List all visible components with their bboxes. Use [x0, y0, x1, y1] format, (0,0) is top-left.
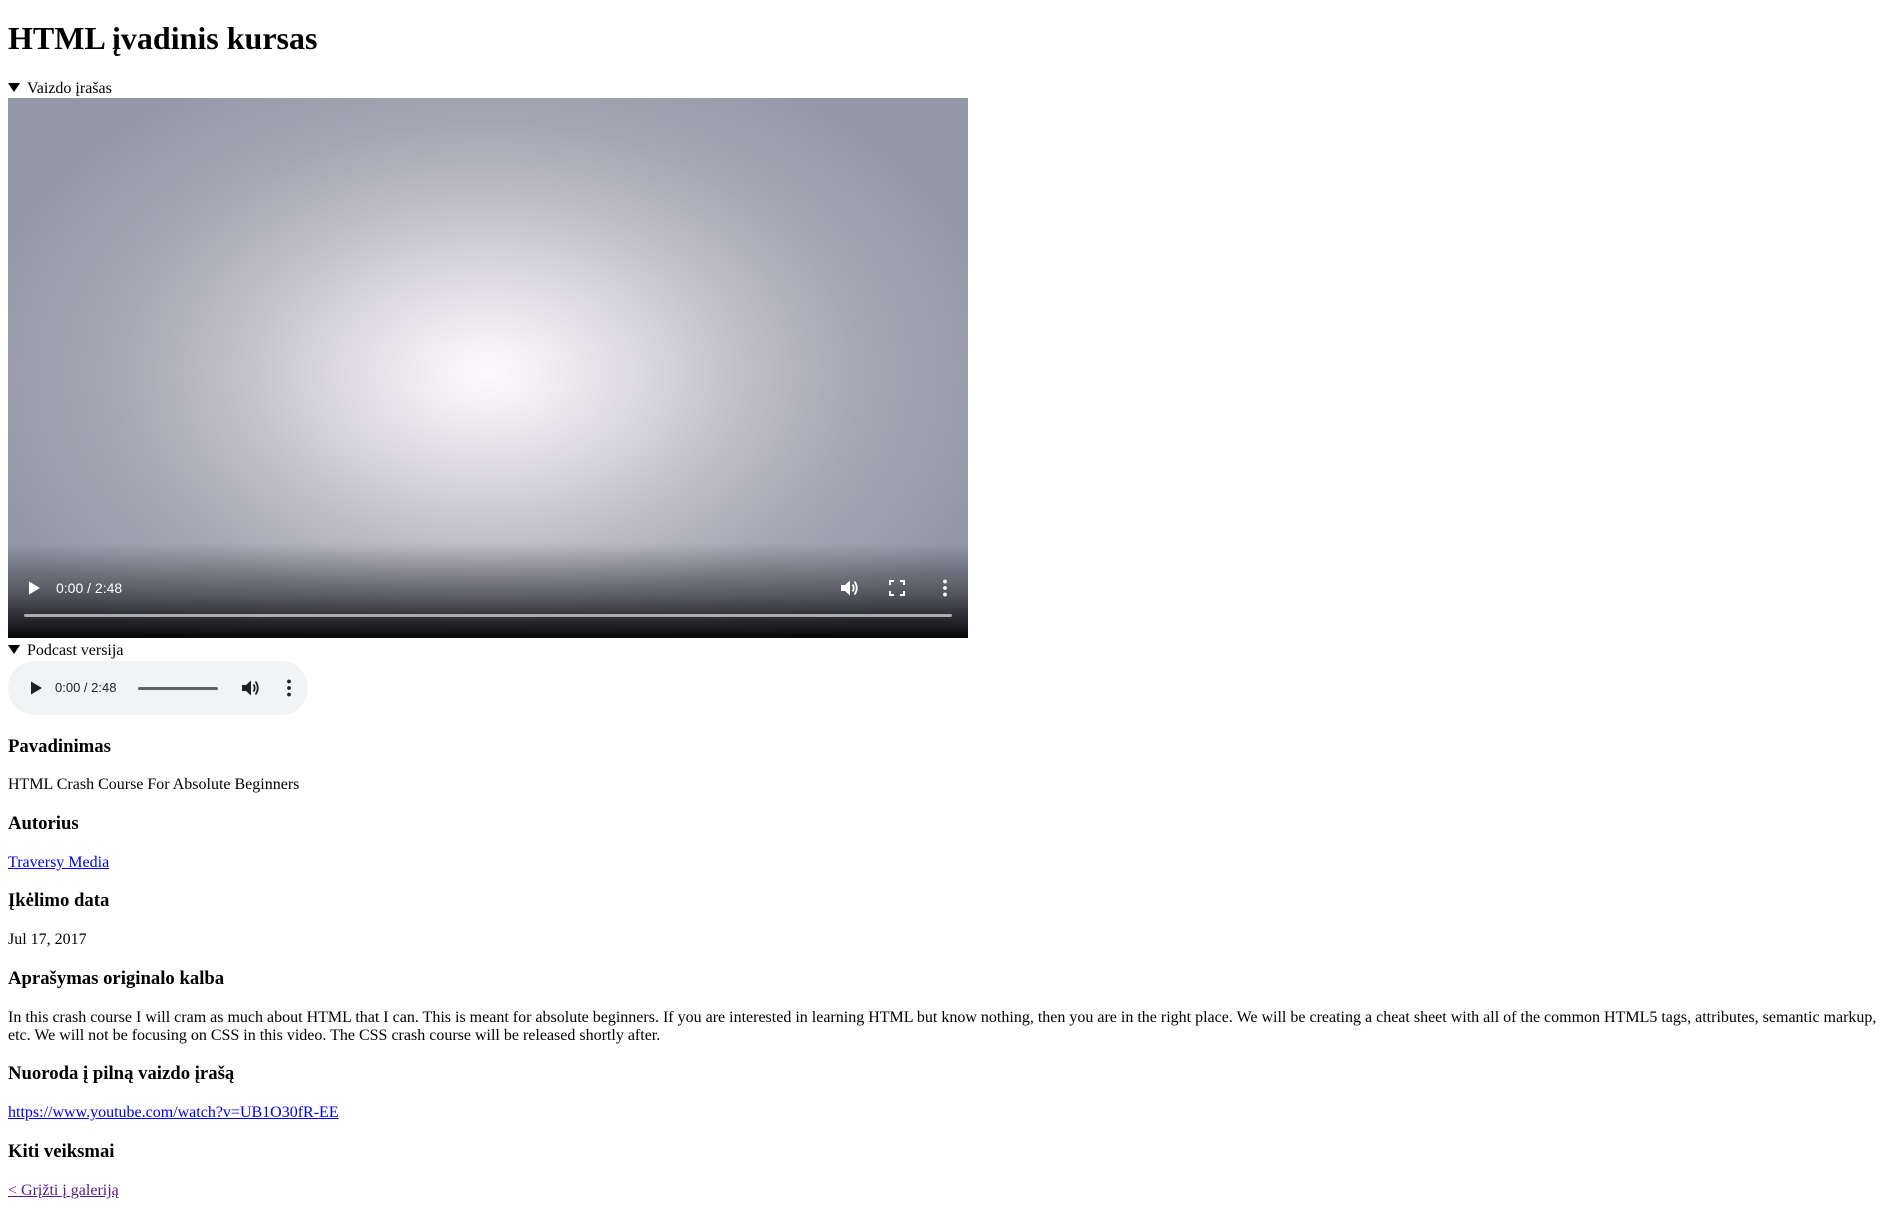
name-value: HTML Crash Course For Absolute Beginners [8, 776, 300, 793]
volume-icon[interactable] [839, 578, 859, 598]
author-heading: Autorius [8, 813, 79, 834]
video-section-summary-label: Vaizdo įrašas [27, 80, 112, 97]
full-video-link-heading: Nuoroda į pilną vaizdo įrašą [8, 1063, 235, 1084]
full-video-link-paragraph: https://www.youtube.com/watch?v=UB1O30fR… [8, 1104, 1903, 1122]
back-to-gallery-link[interactable]: < Grįžti į galeriją [8, 1182, 119, 1199]
audio-player[interactable]: 0:00 / 2:48 [8, 661, 308, 715]
upload-date-value: Jul 17, 2017 [8, 931, 87, 948]
more-vertical-icon[interactable] [280, 678, 298, 698]
page: HTML įvadinis kursas Vaizdo įrašas 0:00 … [0, 0, 1903, 1209]
play-icon[interactable] [26, 580, 42, 596]
video-progress-bar[interactable] [24, 614, 952, 617]
description-text: In this crash course I will cram as much… [8, 1009, 1877, 1044]
more-vertical-icon[interactable] [936, 578, 954, 598]
podcast-section-summary-label: Podcast versija [27, 642, 124, 659]
full-video-link[interactable]: https://www.youtube.com/watch?v=UB1O30fR… [8, 1104, 339, 1121]
upload-date-heading: Įkėlimo data [8, 890, 110, 911]
other-actions-heading: Kiti veiksmai [8, 1141, 115, 1162]
video-controls-overlay [8, 543, 968, 638]
video-player[interactable]: 0:00 / 2:48 [8, 98, 968, 638]
video-section-summary[interactable]: Vaizdo įrašas [8, 80, 112, 98]
video-time-display: 0:00 / 2:48 [56, 580, 123, 596]
author-paragraph: Traversy Media [8, 854, 1903, 872]
audio-progress-bar[interactable] [138, 687, 218, 690]
audio-time-display: 0:00 / 2:48 [55, 680, 117, 695]
podcast-section-summary[interactable]: Podcast versija [8, 642, 123, 660]
author-link[interactable]: Traversy Media [8, 854, 109, 871]
description-heading: Aprašymas originalo kalba [8, 968, 225, 989]
back-link-paragraph: < Grįžti į galeriją [8, 1182, 1903, 1200]
fullscreen-icon[interactable] [888, 579, 906, 597]
volume-icon[interactable] [240, 678, 260, 698]
disclosure-triangle-icon [8, 645, 20, 654]
disclosure-triangle-icon [8, 83, 20, 92]
page-title: HTML įvadinis kursas [8, 20, 318, 56]
play-icon[interactable] [28, 680, 44, 696]
name-heading: Pavadinimas [8, 736, 111, 757]
